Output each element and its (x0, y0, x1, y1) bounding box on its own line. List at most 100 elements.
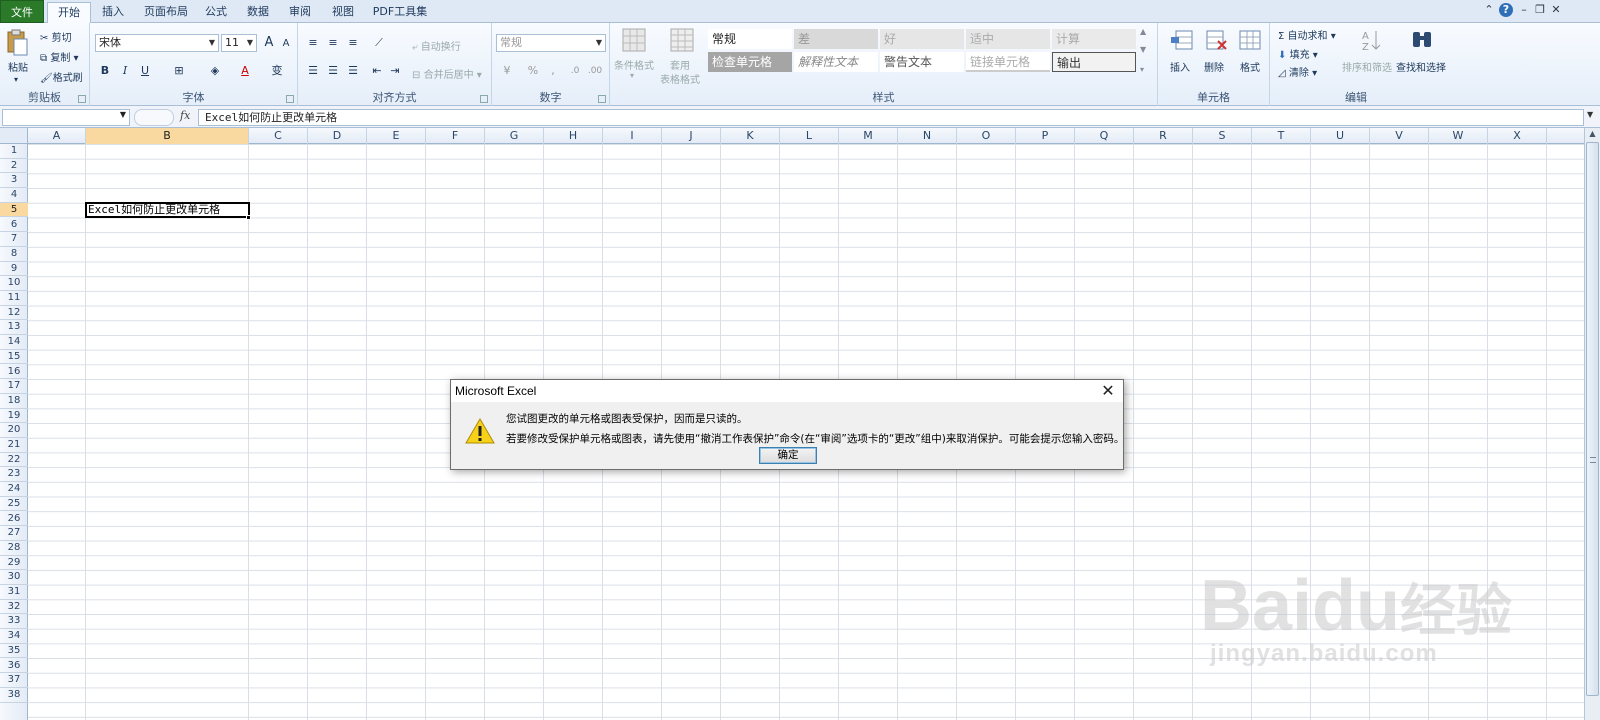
percent-button[interactable]: % (522, 62, 544, 80)
format-button[interactable]: 格式 (1240, 59, 1260, 74)
cut-button[interactable]: ✂ 剪切 (40, 29, 72, 44)
find-binoculars-icon[interactable] (1410, 28, 1434, 52)
select-all-button[interactable] (0, 128, 28, 144)
orientation-icon[interactable]: ⟋ (368, 34, 390, 52)
column-header-l[interactable]: L (780, 128, 839, 144)
help-icon[interactable]: ? (1499, 3, 1513, 17)
alignment-launcher[interactable] (480, 95, 488, 103)
row-header-24[interactable]: 24 (0, 482, 28, 497)
vertical-scrollbar[interactable]: ▲ (1584, 128, 1600, 720)
ok-button[interactable]: 确定 (759, 447, 817, 464)
align-bottom-icon[interactable]: ≡ (342, 34, 364, 52)
conditional-formatting-button[interactable]: 条件格式 (614, 57, 654, 72)
delete-cells-icon[interactable] (1204, 28, 1228, 52)
font-size-select[interactable]: 11 ▼ (221, 34, 257, 52)
row-header-26[interactable]: 26 (0, 512, 28, 527)
font-color-button[interactable]: A (234, 62, 256, 80)
row-header-20[interactable]: 20 (0, 423, 28, 438)
insert-button[interactable]: 插入 (1170, 59, 1190, 74)
column-header-u[interactable]: U (1311, 128, 1370, 144)
row-header-8[interactable]: 8 (0, 247, 28, 262)
clipboard-launcher[interactable] (78, 95, 86, 103)
style-neutral[interactable]: 适中 (966, 29, 1050, 49)
row-header-36[interactable]: 36 (0, 659, 28, 674)
style-normal[interactable]: 常规 (708, 29, 792, 49)
fill-button[interactable]: ⬇ 填充 ▾ (1278, 46, 1318, 61)
row-header-12[interactable]: 12 (0, 306, 28, 321)
column-header-h[interactable]: H (544, 128, 603, 144)
delete-button[interactable]: 删除 (1204, 59, 1224, 74)
align-top-icon[interactable]: ≡ (302, 34, 324, 52)
gallery-scroll-down-icon[interactable]: ▼ (1140, 45, 1146, 54)
tab-insert[interactable]: 插入 (94, 2, 132, 23)
row-header-25[interactable]: 25 (0, 497, 28, 512)
phonetic-button[interactable]: 变 (266, 62, 288, 80)
style-output[interactable]: 输出 (1052, 52, 1136, 72)
expand-formula-bar-icon[interactable]: ▼ (1587, 110, 1593, 119)
row-header-33[interactable]: 33 (0, 614, 28, 630)
align-center-icon[interactable]: ☰ (322, 62, 344, 80)
column-header-b[interactable]: B (86, 128, 249, 144)
sort-filter-icon[interactable]: AZ (1360, 28, 1384, 53)
shrink-font-button[interactable]: A (275, 35, 297, 53)
formula-input[interactable]: Excel如何防止更改单元格 (198, 109, 1584, 126)
format-painter-button[interactable]: 🖌格式刷 (40, 69, 83, 84)
column-header-d[interactable]: D (308, 128, 367, 144)
format-as-table-icon[interactable] (670, 28, 694, 52)
tab-view[interactable]: 视图 (325, 2, 361, 23)
format-cells-icon[interactable] (1238, 28, 1262, 52)
column-header-g[interactable]: G (485, 128, 544, 144)
row-header-32[interactable]: 32 (0, 600, 28, 615)
scroll-up-icon[interactable]: ▲ (1586, 129, 1599, 141)
decrease-decimal-icon[interactable]: .00 (584, 62, 606, 80)
increase-decimal-icon[interactable]: .0 (564, 62, 586, 80)
row-header-6[interactable]: 6 (0, 218, 28, 233)
row-header-30[interactable]: 30 (0, 570, 28, 585)
column-header-k[interactable]: K (721, 128, 780, 144)
tab-formulas[interactable]: 公式 (198, 2, 234, 23)
column-header-p[interactable]: P (1016, 128, 1075, 144)
row-header-7[interactable]: 7 (0, 232, 28, 247)
font-name-select[interactable]: 宋体 ▼ (95, 34, 219, 52)
currency-icon[interactable]: ¥ (496, 62, 518, 80)
clear-button[interactable]: ◿ 清除 ▾ (1278, 64, 1317, 79)
column-header-a[interactable]: A (28, 128, 86, 144)
tab-file[interactable]: 文件 (0, 0, 44, 23)
scrollbar-thumb[interactable] (1586, 142, 1599, 696)
row-header-22[interactable]: 22 (0, 453, 28, 468)
row-header-4[interactable]: 4 (0, 188, 28, 203)
row-header-10[interactable]: 10 (0, 276, 28, 291)
column-header-x[interactable]: X (1488, 128, 1547, 144)
row-header-35[interactable]: 35 (0, 644, 28, 659)
format-as-table-button-line2[interactable]: 表格格式 (660, 71, 700, 86)
paste-dropdown-icon[interactable]: ▾ (14, 75, 18, 84)
row-header-5[interactable]: 5 (0, 202, 28, 218)
column-header-v[interactable]: V (1370, 128, 1429, 144)
tab-pdf-tools[interactable]: PDF工具集 (368, 2, 432, 23)
align-middle-icon[interactable]: ≡ (322, 34, 344, 52)
close-window-icon[interactable]: ✕ (1549, 3, 1563, 17)
style-explanatory[interactable]: 解释性文本 (794, 52, 878, 72)
borders-button[interactable]: ⊞ (168, 62, 190, 80)
style-linked-cell[interactable]: 链接单元格 (966, 52, 1050, 72)
fill-color-button[interactable]: ◈ (204, 62, 226, 80)
column-header-c[interactable]: C (249, 128, 308, 144)
style-good[interactable]: 好 (880, 29, 964, 49)
active-cell-b5[interactable]: Excel如何防止更改单元格 (85, 201, 250, 219)
column-header-i[interactable]: I (603, 128, 662, 144)
column-header-r[interactable]: R (1134, 128, 1193, 144)
column-header-w[interactable]: W (1429, 128, 1488, 144)
paste-icon[interactable] (6, 29, 28, 57)
align-right-icon[interactable]: ☰ (342, 62, 364, 80)
row-header-17[interactable]: 17 (0, 379, 28, 394)
row-header-23[interactable]: 23 (0, 467, 28, 483)
increase-indent-icon[interactable]: ⇥ (384, 62, 406, 80)
copy-button[interactable]: ⧉ 复制 ▾ (40, 49, 79, 64)
row-header-3[interactable]: 3 (0, 173, 28, 189)
insert-function-button[interactable]: fx (180, 109, 194, 125)
style-bad[interactable]: 差 (794, 29, 878, 49)
row-header-27[interactable]: 27 (0, 526, 28, 541)
column-header-e[interactable]: E (367, 128, 426, 144)
find-select-button[interactable]: 查找和选择 (1396, 59, 1446, 74)
row-header-11[interactable]: 11 (0, 291, 28, 306)
